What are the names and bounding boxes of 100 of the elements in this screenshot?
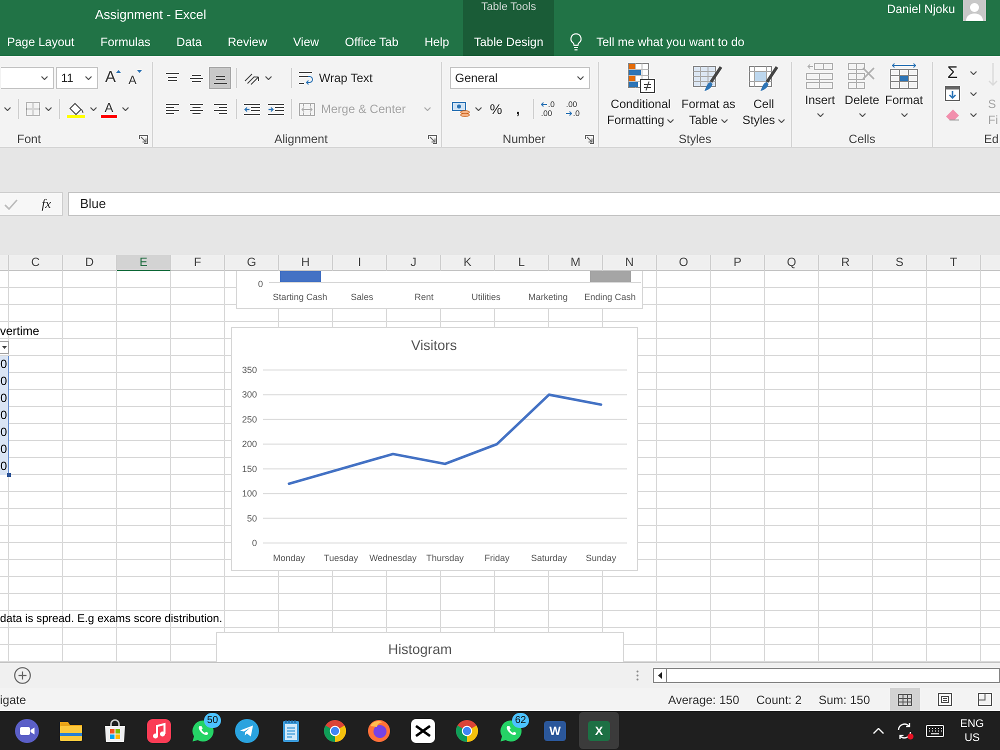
letter-tile: W xyxy=(544,720,566,740)
decrease-decimal-button[interactable]: .00 .0 xyxy=(564,98,586,120)
table-cell[interactable]: 0 xyxy=(0,390,9,407)
ribbon-tab[interactable]: Office Tab xyxy=(332,28,412,56)
normal-view-button[interactable] xyxy=(890,688,920,711)
ribbon-tab[interactable]: Formulas xyxy=(87,28,164,56)
caret-icon xyxy=(778,118,786,123)
dialog-launcher-icon[interactable] xyxy=(428,134,437,144)
font-color-button[interactable]: A xyxy=(99,98,131,120)
table-bars-icon xyxy=(626,63,656,93)
formula-input[interactable]: Blue xyxy=(68,192,1000,216)
category-label: Marketing xyxy=(528,292,568,302)
ribbon-tab[interactable]: View xyxy=(280,28,332,56)
cell-text: vertime xyxy=(0,323,40,339)
number-format-field[interactable]: General xyxy=(450,67,590,89)
triangle-down-icon xyxy=(2,346,6,349)
ribbon-tab[interactable]: Page Layout xyxy=(0,28,88,56)
taskbar-app-button[interactable]: X xyxy=(579,712,619,749)
cell-text: data is spread. E.g exams score distribution. xyxy=(0,612,222,627)
status-message: igate xyxy=(0,692,26,706)
user-name: Daniel Njoku xyxy=(886,1,955,18)
plus-circle-icon[interactable] xyxy=(14,667,31,684)
x-axis-label: Monday xyxy=(272,553,306,563)
taskbar-app-button[interactable]: 62 xyxy=(491,712,531,749)
table-cell[interactable]: 0 xyxy=(0,441,9,458)
filter-button[interactable] xyxy=(0,341,9,354)
table-cell[interactable]: 0 xyxy=(0,373,9,390)
x-axis-label: Saturday xyxy=(530,553,568,563)
align-left-icon xyxy=(166,104,178,114)
align-bottom-button[interactable] xyxy=(209,67,231,89)
wrap-lines-icon xyxy=(299,71,313,85)
y-axis-label: 350 xyxy=(242,365,257,375)
language-button[interactable]: ENG US xyxy=(960,716,984,744)
tell-me-search[interactable]: Tell me what you want to do xyxy=(570,28,744,56)
chart-title: Visitors xyxy=(411,337,457,353)
grow-font-button[interactable]: A xyxy=(102,67,124,89)
sync-icon[interactable] xyxy=(896,722,914,740)
dialog-launcher-icon[interactable] xyxy=(585,134,594,144)
caret-icon xyxy=(900,113,908,117)
check-icon[interactable] xyxy=(4,198,18,210)
caret-icon xyxy=(970,70,977,74)
insert-cells-icon xyxy=(806,63,834,89)
comma-style-button[interactable]: , xyxy=(508,98,528,120)
ribbon-tab[interactable]: Help xyxy=(412,28,462,56)
triangle-up-icon xyxy=(116,70,121,73)
x-axis-label: Thursday xyxy=(426,553,464,563)
autosum-button[interactable]: Σ xyxy=(943,62,988,83)
lightbulb-icon xyxy=(570,33,582,51)
ribbon-tab[interactable]: Data xyxy=(163,28,215,56)
delete-button[interactable]: Delete xyxy=(842,62,882,117)
group-label: Number xyxy=(502,132,546,146)
insert-button[interactable]: Insert xyxy=(800,62,840,117)
cross-tile-icon xyxy=(411,718,435,742)
increase-decimal-button[interactable]: .0 .00 xyxy=(539,98,561,120)
grid-icon xyxy=(898,694,912,706)
group-label: Alignment xyxy=(274,132,328,146)
caret-icon xyxy=(424,107,431,111)
scroll-left-button[interactable] xyxy=(653,668,667,683)
font-size-field[interactable]: 11 xyxy=(56,67,98,89)
keyboard-icon[interactable] xyxy=(926,724,944,736)
ribbon-tab[interactable]: Review xyxy=(214,28,280,56)
wrap-text-button[interactable]: Wrap Text xyxy=(297,67,375,89)
chevron-up-icon[interactable] xyxy=(873,728,884,734)
group-label: Ed xyxy=(984,132,999,146)
y-axis-label: 100 xyxy=(242,488,257,499)
fill-handle-icon[interactable] xyxy=(7,473,11,477)
align-middle-icon xyxy=(190,72,202,84)
table-brush-icon xyxy=(693,63,724,93)
table-cell[interactable]: 0 xyxy=(0,356,9,373)
indent-increase-icon xyxy=(268,104,284,114)
format-cells-icon xyxy=(890,63,918,89)
taskbar-app-button[interactable]: 50 xyxy=(183,712,223,749)
page-break-icon xyxy=(978,693,992,706)
conditional-formatting-button[interactable]: Conditional Formatting xyxy=(604,62,678,128)
format-button[interactable]: Format xyxy=(884,62,924,117)
format-as-table-button[interactable]: Format as Table xyxy=(678,62,738,128)
dialog-launcher-icon[interactable] xyxy=(139,134,148,144)
font-name-field[interactable] xyxy=(1,67,54,89)
table-cell[interactable]: 0 xyxy=(0,424,9,441)
ribbon-tab[interactable]: Table Design xyxy=(463,28,554,56)
triangle-left-icon xyxy=(658,672,662,679)
window-title: Assignment - Excel xyxy=(95,6,206,22)
category-label: Rent xyxy=(414,292,434,302)
table-cell[interactable]: 0 xyxy=(0,458,9,475)
group-label: Styles xyxy=(678,132,712,146)
align-top-icon xyxy=(166,72,178,84)
percent-style-button[interactable]: % xyxy=(486,98,506,120)
drag-handle-icon[interactable] xyxy=(636,670,639,681)
cell-styles-button[interactable]: Cell Styles xyxy=(739,62,788,128)
y-axis-label: 250 xyxy=(242,414,257,424)
taskbar-app-button[interactable]: W xyxy=(535,712,575,749)
table-cell[interactable]: 0 xyxy=(0,407,9,424)
x-axis-label: Sunday xyxy=(586,553,616,563)
cash-stack-icon xyxy=(452,102,470,116)
category-label: Utilities xyxy=(471,292,500,302)
caret-icon xyxy=(577,76,584,80)
caret-icon xyxy=(475,107,482,111)
shrink-font-button[interactable]: A xyxy=(124,67,146,89)
insert-function-button[interactable]: fx xyxy=(40,193,53,215)
column-header[interactable]: E xyxy=(117,255,171,272)
